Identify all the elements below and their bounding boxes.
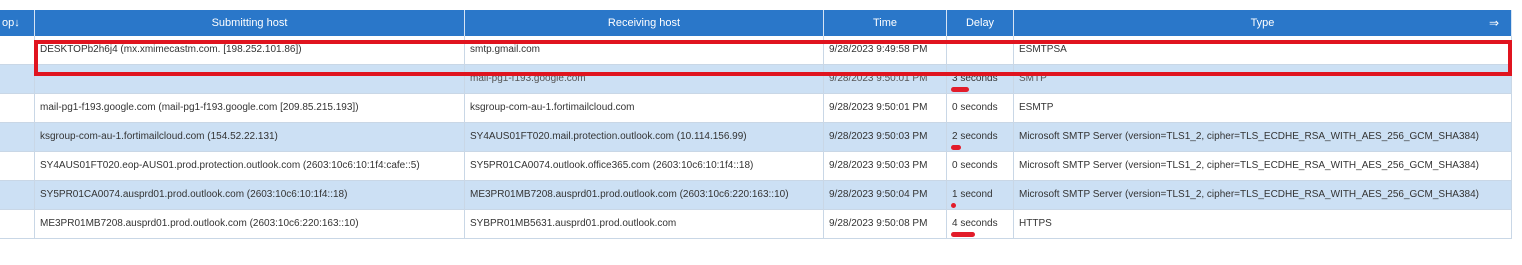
table-row[interactable]: ksgroup-com-au-1.fortimailcloud.com (154… [0,123,1512,152]
column-header-receiving-host[interactable]: Receiving host [465,10,824,36]
delay-value: 1 second [952,189,993,200]
delay-underline-mark [951,232,975,237]
column-header-submitting-host[interactable]: Submitting host [35,10,465,36]
type-cell: Microsoft SMTP Server (version=TLS1_2, c… [1014,123,1512,152]
receiving-host-cell: smtp.gmail.com [465,36,824,65]
time-cell: 9/28/2023 9:50:01 PM [824,94,947,123]
column-header-op[interactable]: op↓ [0,10,35,36]
type-cell: ESMTP [1014,94,1512,123]
type-cell: Microsoft SMTP Server (version=TLS1_2, c… [1014,152,1512,181]
delay-value: 3 seconds [952,73,998,84]
table-row[interactable]: ME3PR01MB7208.ausprd01.prod.outlook.com … [0,210,1512,239]
time-cell: 9/28/2023 9:50:03 PM [824,123,947,152]
submitting-host-cell [35,65,465,94]
time-cell: 9/28/2023 9:50:04 PM [824,181,947,210]
delay-underline-mark [951,203,956,208]
message-header-table: op↓ Submitting host Receiving host Time … [0,0,1512,239]
arrow-right-icon[interactable]: ⇒ [1489,10,1499,36]
submitting-host-cell: SY5PR01CA0074.ausprd01.prod.outlook.com … [35,181,465,210]
delay-underline-mark [951,87,969,92]
receiving-host-cell: ME3PR01MB7208.ausprd01.prod.outlook.com … [465,181,824,210]
delay-value: 2 seconds [952,131,998,142]
time-cell: 9/28/2023 9:50:08 PM [824,210,947,239]
type-cell: ESMTPSA [1014,36,1512,65]
table-row[interactable]: mail-pg1-f193.google.com (mail-pg1-f193.… [0,94,1512,123]
receiving-host-cell: SY4AUS01FT020.mail.protection.outlook.co… [465,123,824,152]
column-header-delay[interactable]: Delay [947,10,1014,36]
type-cell: HTTPS [1014,210,1512,239]
submitting-host-cell: SY4AUS01FT020.eop-AUS01.prod.protection.… [35,152,465,181]
op-cell [0,152,35,181]
delay-cell: 3 seconds [947,65,1014,94]
column-header-time[interactable]: Time [824,10,947,36]
delay-cell [947,36,1014,65]
delay-cell: 0 seconds [947,152,1014,181]
time-cell: 9/28/2023 9:50:03 PM [824,152,947,181]
receiving-host-cell: mail-pg1-f193.google.com [465,65,824,94]
receiving-host-cell: SY5PR01CA0074.outlook.office365.com (260… [465,152,824,181]
submitting-host-cell: mail-pg1-f193.google.com (mail-pg1-f193.… [35,94,465,123]
op-cell [0,65,35,94]
delay-cell: 1 second [947,181,1014,210]
delay-underline-mark [951,145,961,150]
submitting-host-cell: ME3PR01MB7208.ausprd01.prod.outlook.com … [35,210,465,239]
op-cell [0,181,35,210]
delay-cell: 4 seconds [947,210,1014,239]
column-header-type[interactable]: Type ⇒ [1014,10,1512,36]
receiving-host-cell: SYBPR01MB5631.ausprd01.prod.outlook.com [465,210,824,239]
table-row[interactable]: SY4AUS01FT020.eop-AUS01.prod.protection.… [0,152,1512,181]
time-cell: 9/28/2023 9:49:58 PM [824,36,947,65]
type-cell: SMTP [1014,65,1512,94]
time-cell: 9/28/2023 9:50:01 PM [824,65,947,94]
column-header-type-label: Type [1250,17,1275,29]
table-row[interactable]: SY5PR01CA0074.ausprd01.prod.outlook.com … [0,181,1512,210]
receiving-host-cell: ksgroup-com-au-1.fortimailcloud.com [465,94,824,123]
op-cell [0,94,35,123]
type-cell: Microsoft SMTP Server (version=TLS1_2, c… [1014,181,1512,210]
table-row[interactable]: mail-pg1-f193.google.com 9/28/2023 9:50:… [0,65,1512,94]
delay-value: 4 seconds [952,218,998,229]
submitting-host-cell: DESKTOPb2h6j4 (mx.xmimecastm.com. [198.2… [35,36,465,65]
table-header: op↓ Submitting host Receiving host Time … [0,10,1512,36]
op-cell [0,210,35,239]
delay-cell: 0 seconds [947,94,1014,123]
submitting-host-cell: ksgroup-com-au-1.fortimailcloud.com (154… [35,123,465,152]
op-cell [0,123,35,152]
delay-cell: 2 seconds [947,123,1014,152]
op-cell [0,36,35,65]
table-row[interactable]: DESKTOPb2h6j4 (mx.xmimecastm.com. [198.2… [0,36,1512,65]
